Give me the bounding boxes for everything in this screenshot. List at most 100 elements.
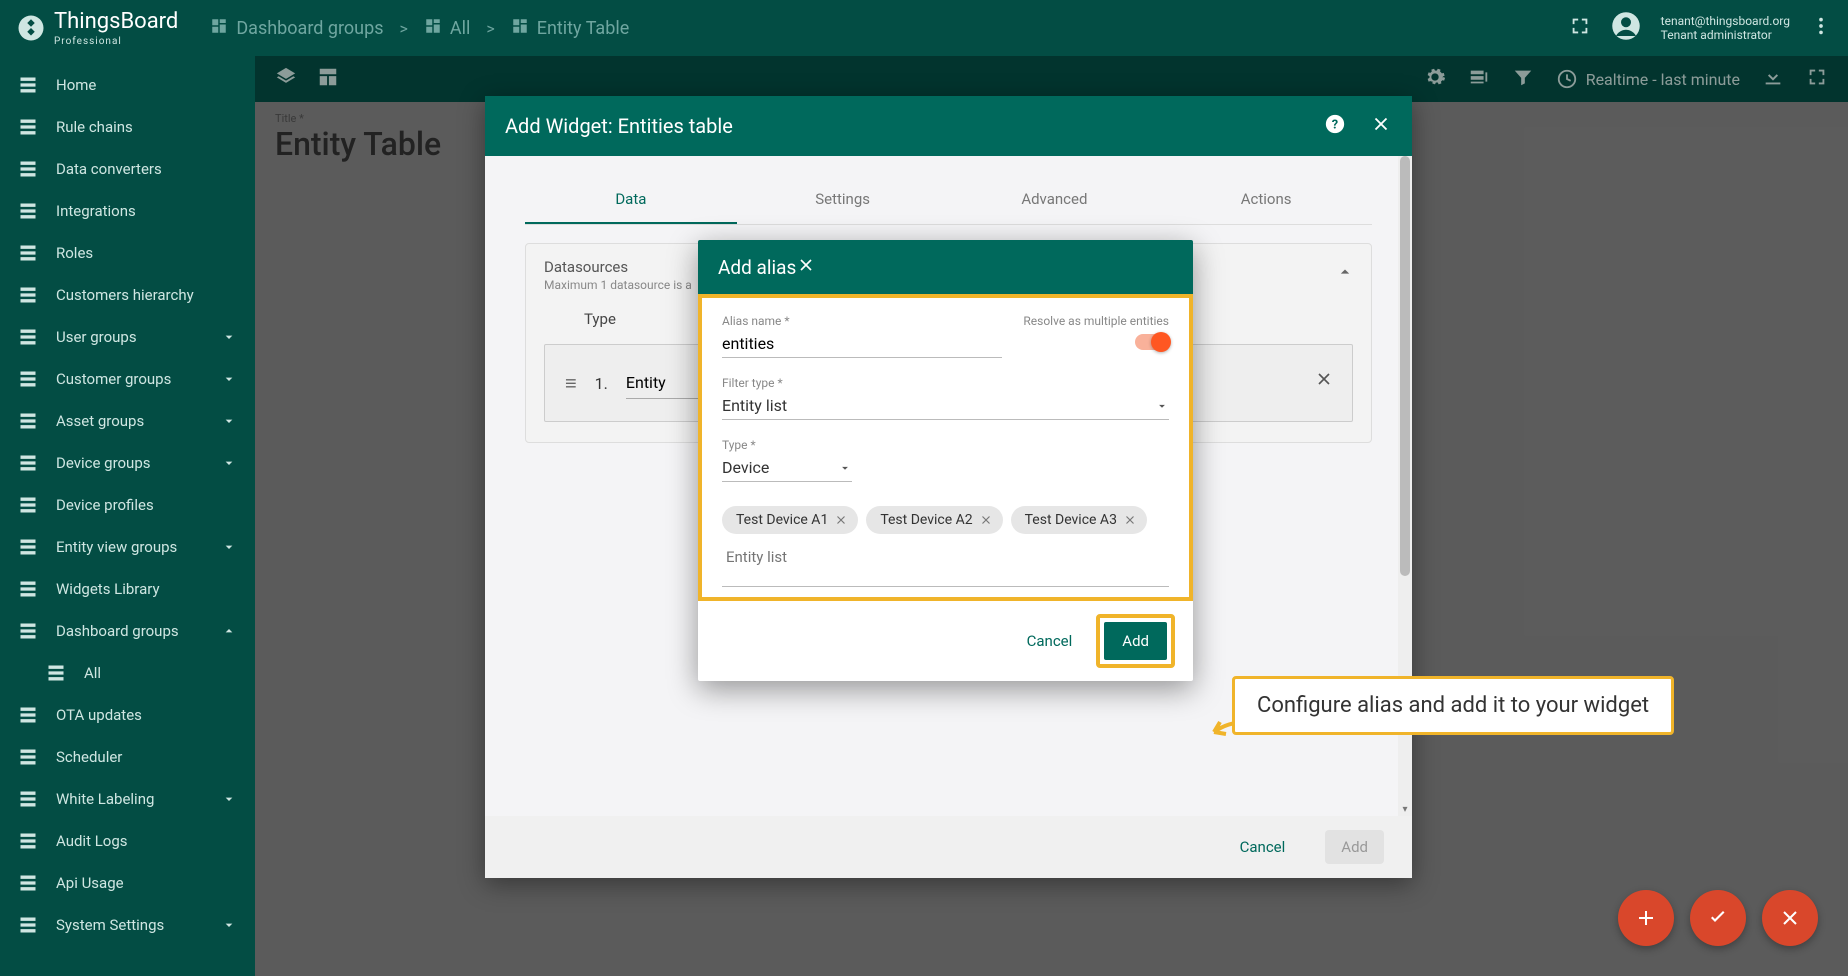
entity-chip[interactable]: Test Device A1 xyxy=(722,506,858,534)
white-icon xyxy=(18,789,38,809)
tab-actions[interactable]: Actions xyxy=(1160,176,1372,224)
sidebar-item-label: Rule chains xyxy=(56,118,237,136)
widget-add-button[interactable]: Add xyxy=(1325,830,1384,864)
sidebar-item-widgets-library[interactable]: Widgets Library xyxy=(0,568,255,610)
filter-type-label: Filter type * xyxy=(722,376,1169,390)
sidebar-item-api-usage[interactable]: Api Usage xyxy=(0,862,255,904)
sidebar-item-user-groups[interactable]: User groups xyxy=(0,316,255,358)
sidebar-item-rule-chains[interactable]: Rule chains xyxy=(0,106,255,148)
sidebar-item-audit-logs[interactable]: Audit Logs xyxy=(0,820,255,862)
sidebar-item-home[interactable]: Home xyxy=(0,64,255,106)
sidebar-item-label: Device groups xyxy=(56,454,203,472)
brand-sub: Professional xyxy=(54,36,178,47)
entity-chip[interactable]: Test Device A2 xyxy=(866,506,1002,534)
chip-remove-icon[interactable] xyxy=(834,513,848,527)
sidebar-item-white-labeling[interactable]: White Labeling xyxy=(0,778,255,820)
chip-remove-icon[interactable] xyxy=(1123,513,1137,527)
sidebar-item-integrations[interactable]: Integrations xyxy=(0,190,255,232)
type-select[interactable]: Device xyxy=(722,452,852,482)
filter-type-select[interactable]: Entity list xyxy=(722,390,1169,420)
resolve-label: Resolve as multiple entities xyxy=(1023,314,1169,328)
close-icon[interactable] xyxy=(1370,113,1392,140)
resolve-toggle[interactable] xyxy=(1135,334,1169,350)
chip-remove-icon[interactable] xyxy=(979,513,993,527)
chip-label: Test Device A3 xyxy=(1025,512,1117,528)
sidebar-item-label: Customer groups xyxy=(56,370,203,388)
alias-cancel-button[interactable]: Cancel xyxy=(1013,622,1087,660)
sidebar-item-label: Home xyxy=(56,76,237,94)
user-avatar-icon[interactable] xyxy=(1611,11,1641,45)
tab-data[interactable]: Data xyxy=(525,176,737,224)
chevron-down-icon xyxy=(221,455,237,471)
sidebar-item-label: Device profiles xyxy=(56,496,237,514)
sidebar-item-label: White Labeling xyxy=(56,790,203,808)
sched-icon xyxy=(18,747,38,767)
integr-icon xyxy=(18,201,38,221)
all-icon xyxy=(46,663,66,683)
entity-list-input[interactable] xyxy=(722,542,842,572)
sidebar-item-label: Customers hierarchy xyxy=(56,286,237,304)
chevron-down-icon xyxy=(221,539,237,555)
alias-add-button[interactable]: Add xyxy=(1104,622,1167,660)
sidebar-item-customers-hierarchy[interactable]: Customers hierarchy xyxy=(0,274,255,316)
sidebar-item-label: Asset groups xyxy=(56,412,203,430)
callout-box: Configure alias and add it to your widge… xyxy=(1232,676,1674,735)
sidebar-item-all[interactable]: All xyxy=(0,652,255,694)
sidebar-item-asset-groups[interactable]: Asset groups xyxy=(0,400,255,442)
brand-name: ThingsBoard xyxy=(54,9,178,34)
widget-cancel-button[interactable]: Cancel xyxy=(1224,830,1302,864)
entity-list-chips[interactable]: Test Device A1 Test Device A2 Test Device … xyxy=(722,500,1169,587)
alias-name-input[interactable] xyxy=(722,328,1002,358)
sidebar-item-data-converters[interactable]: Data converters xyxy=(0,148,255,190)
asset-icon xyxy=(18,411,38,431)
sidebar-item-label: Audit Logs xyxy=(56,832,237,850)
remove-datasource-icon[interactable] xyxy=(1314,369,1334,393)
sidebar-item-label: Api Usage xyxy=(56,874,237,892)
sidebar-item-system-settings[interactable]: System Settings xyxy=(0,904,255,946)
breadcrumb-item[interactable]: All xyxy=(424,17,471,40)
breadcrumb: Dashboard groups > All > Entity Table xyxy=(210,17,629,40)
sidebar-item-dashboard-groups[interactable]: Dashboard groups xyxy=(0,610,255,652)
drag-handle-icon[interactable]: ≡ xyxy=(565,371,577,396)
fab-apply[interactable] xyxy=(1690,890,1746,946)
add-widget-header: Add Widget: Entities table ? xyxy=(485,96,1412,156)
entv-icon xyxy=(18,537,38,557)
add-alias-title: Add alias xyxy=(718,256,796,279)
close-icon[interactable] xyxy=(796,255,816,280)
tab-settings[interactable]: Settings xyxy=(737,176,949,224)
fab-add[interactable] xyxy=(1618,890,1674,946)
entity-chip[interactable]: Test Device A3 xyxy=(1011,506,1147,534)
breadcrumb-item[interactable]: Dashboard groups xyxy=(210,17,383,40)
chevron-up-icon[interactable] xyxy=(1335,262,1355,286)
user-role: Tenant administrator xyxy=(1661,28,1790,42)
tab-advanced[interactable]: Advanced xyxy=(949,176,1161,224)
alias-name-field: Alias name * Resolve as multiple entitie… xyxy=(722,314,1169,358)
sidebar-item-device-groups[interactable]: Device groups xyxy=(0,442,255,484)
sidebar: Home Rule chains Data convertersIntegratio… xyxy=(0,56,255,976)
resolve-toggle-block: Resolve as multiple entities xyxy=(1023,314,1169,354)
sidebar-item-customer-groups[interactable]: Customer groups xyxy=(0,358,255,400)
sidebar-item-scheduler[interactable]: Scheduler xyxy=(0,736,255,778)
more-icon[interactable] xyxy=(1810,15,1832,41)
fab-cancel[interactable] xyxy=(1762,890,1818,946)
sidebar-item-roles[interactable]: Roles xyxy=(0,232,255,274)
rules-icon xyxy=(18,117,38,137)
type-label: Type * xyxy=(722,438,852,452)
breadcrumb-sep: > xyxy=(486,19,494,38)
dashboard-icon xyxy=(424,17,442,40)
sidebar-item-entity-view-groups[interactable]: Entity view groups xyxy=(0,526,255,568)
fullscreen-icon[interactable] xyxy=(1569,15,1591,41)
add-alias-header: Add alias xyxy=(698,240,1193,294)
chevron-down-icon xyxy=(221,413,237,429)
convert-icon xyxy=(18,159,38,179)
breadcrumb-item[interactable]: Entity Table xyxy=(511,17,630,40)
help-icon[interactable]: ? xyxy=(1324,113,1346,140)
user-icon xyxy=(18,327,38,347)
sidebar-item-device-profiles[interactable]: Device profiles xyxy=(0,484,255,526)
dash-icon xyxy=(18,621,38,641)
sidebar-item-ota-updates[interactable]: OTA updates xyxy=(0,694,255,736)
user-block[interactable]: tenant@thingsboard.org Tenant administra… xyxy=(1661,14,1790,42)
sidebar-item-label: OTA updates xyxy=(56,706,237,724)
chevron-down-icon xyxy=(838,461,852,475)
home-icon xyxy=(18,75,38,95)
